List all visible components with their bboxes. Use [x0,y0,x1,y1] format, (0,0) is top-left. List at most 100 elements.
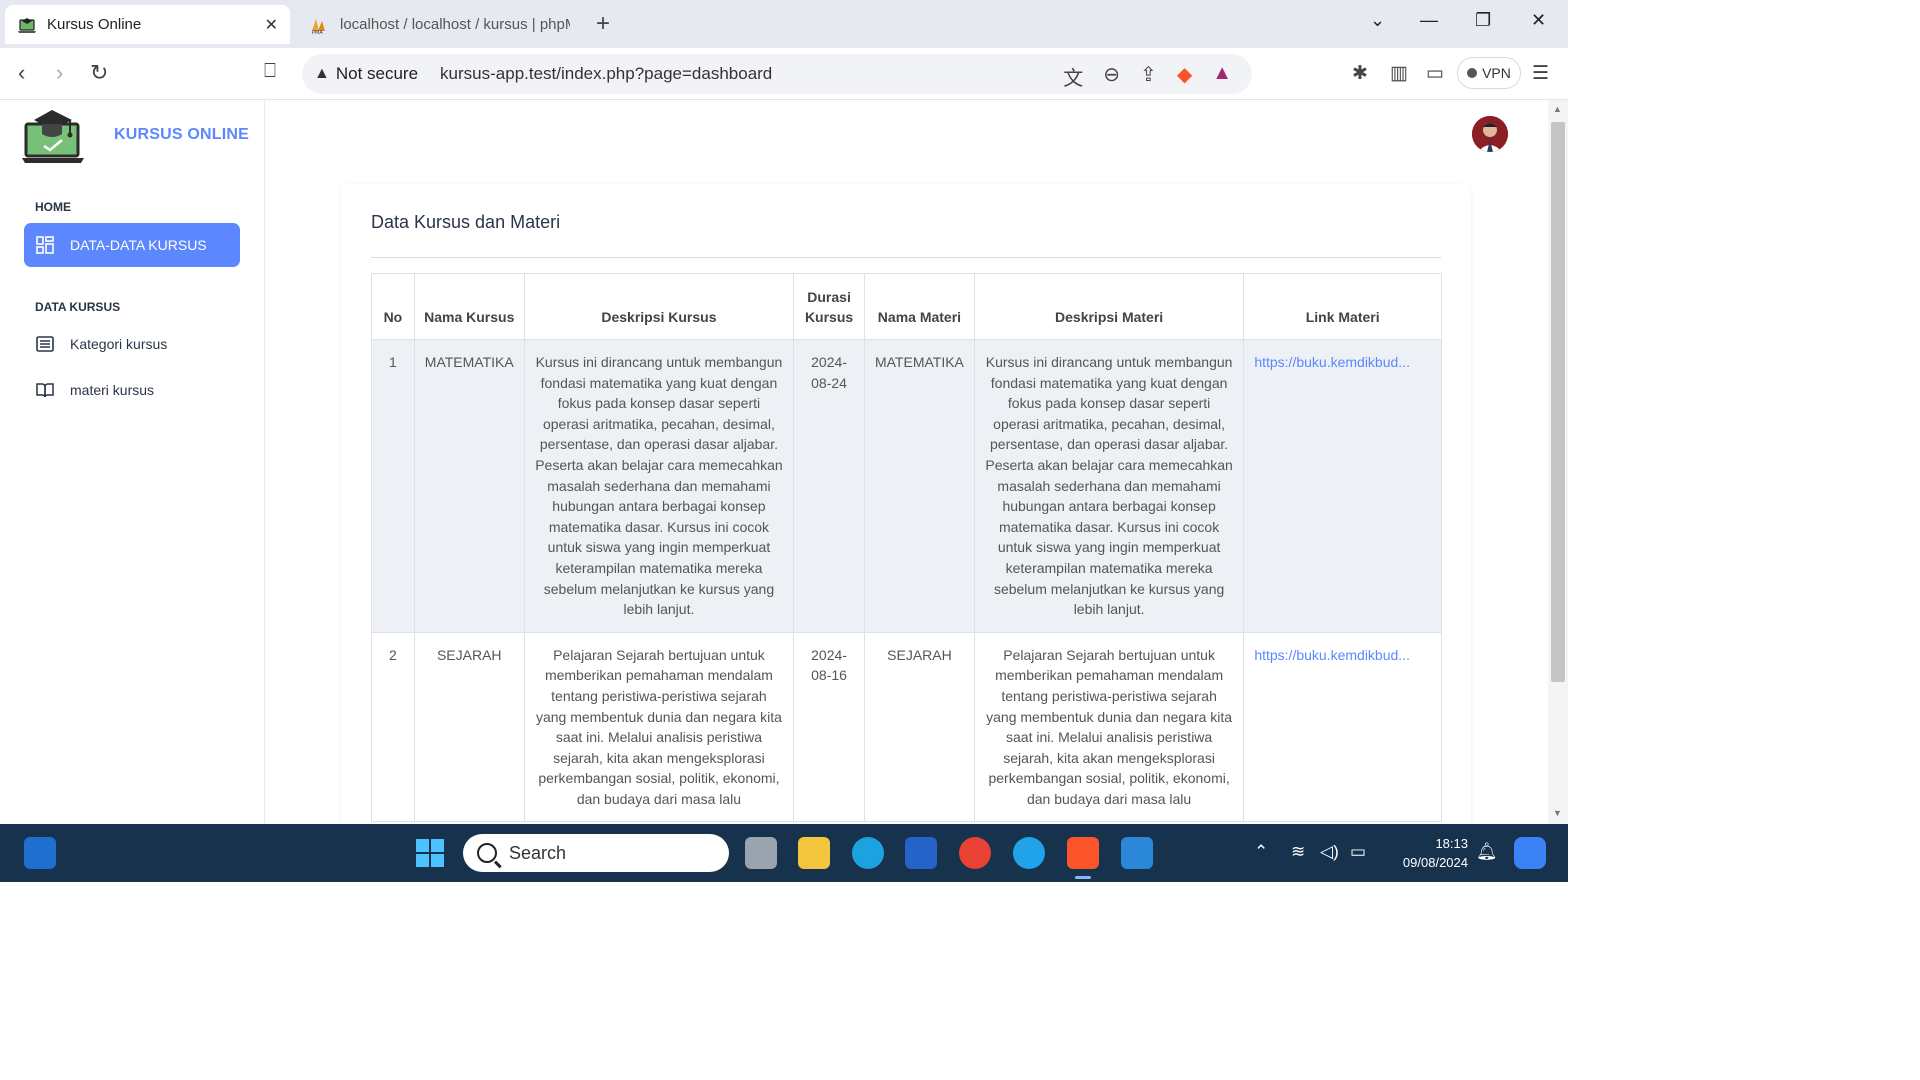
taskbar-search[interactable]: Search [463,834,729,872]
tab-title: localhost / localhost / kursus | phpMyAd… [340,16,570,33]
column-header: Durasi Kursus [793,273,865,340]
translate-icon[interactable]: 文 [1063,62,1083,91]
scroll-down-arrow[interactable]: ▼ [1553,808,1562,818]
taskbar: Search ⌃ ≋ ◁) ▭ 18:13 09/08/2024 🔔︎ [0,824,1568,882]
tab-phpmyadmin[interactable]: PMA localhost / localhost / kursus | php… [300,5,580,44]
browser-tab-bar: Kursus Online ✕ PMA localhost / localhos… [0,0,1568,48]
book-icon [36,383,54,398]
forward-button[interactable]: › [56,60,63,86]
wallet-icon[interactable]: ▭ [1426,62,1444,85]
logo-icon [22,110,84,163]
course-data-card: Data Kursus dan Materi No Nama Kursus De… [341,184,1471,824]
store-icon[interactable] [905,837,937,869]
sidebar: KURSUS ONLINE HOME DATA-DATA KURSUS DATA… [0,100,265,824]
sidebar-item-materi-kursus[interactable]: materi kursus [24,370,240,410]
address-bar[interactable]: ▲ Not secure kursus-app.test/index.php?p… [302,54,1252,94]
app-icon[interactable] [1013,837,1045,869]
windows-start-icon[interactable] [414,837,446,869]
edge-icon[interactable] [852,837,884,869]
svg-text:PMA: PMA [312,30,323,35]
share-icon[interactable]: ⇪ [1140,62,1157,91]
notification-bell-icon[interactable]: 🔔︎ [1476,842,1498,862]
bookmark-icon[interactable]: ⎕ [264,60,276,83]
cell-deskripsi-materi: Kursus ini dirancang untuk membangun fon… [973,339,1245,633]
sidebar-item-data-kursus[interactable]: DATA-DATA KURSUS [24,223,240,267]
close-window-button[interactable]: ✕ [1531,10,1546,31]
system-clock[interactable]: 18:13 09/08/2024 [1388,834,1468,872]
tray-overflow-icon[interactable]: ⌃ [1254,842,1268,862]
scroll-up-arrow[interactable]: ▲ [1553,104,1562,114]
vscode-icon[interactable] [1121,837,1153,869]
dashboard-grid-icon [36,236,54,254]
column-header: Deskripsi Materi [973,273,1245,340]
laptop-graduation-icon [18,17,36,33]
column-header: Nama Kursus [413,273,525,340]
table-row: 2 SEJARAH Pelajaran Sejarah bertujuan un… [371,631,1442,823]
sidebar-toggle-icon[interactable]: ▥ [1390,62,1408,85]
cell-link-materi[interactable]: https://buku.kemdikbud... [1243,339,1442,633]
file-explorer-icon[interactable] [798,837,830,869]
browser-toolbar: ‹ › ↻ ⎕ ▲ Not secure kursus-app.test/ind… [0,48,1568,100]
table-header-row: No Nama Kursus Deskripsi Kursus Durasi K… [371,273,1442,340]
new-tab-button[interactable]: + [596,10,610,38]
copilot-icon[interactable] [1514,837,1546,869]
cell-nama-materi: SEJARAH [863,631,975,823]
sidebar-item-label: Kategori kursus [70,336,168,352]
column-header: No [371,273,415,340]
restore-button[interactable]: ❐ [1475,10,1491,31]
page-title: Data Kursus dan Materi [371,212,561,232]
scrollbar-thumb[interactable] [1551,122,1565,682]
column-header: Deskripsi Kursus [523,273,795,340]
wifi-icon[interactable]: ≋ [1291,842,1305,862]
back-button[interactable]: ‹ [18,60,25,86]
sidebar-item-label: DATA-DATA KURSUS [70,237,207,253]
cell-durasi: 2024-08-16 [793,631,865,823]
tab-search-chevron-icon[interactable]: ⌄ [1370,10,1385,31]
brand-title[interactable]: KURSUS ONLINE [114,126,249,144]
course-table: No Nama Kursus Deskripsi Kursus Durasi K… [371,273,1442,823]
page-scrollbar[interactable]: ▲ ▼ [1548,100,1568,824]
brave-shields-icon[interactable]: ◆ [1177,62,1192,91]
avatar-image [1472,116,1508,152]
brave-icon[interactable] [1067,837,1099,869]
column-header: Nama Materi [863,273,975,340]
table-row: 1 MATEMATIKA Kursus ini dirancang untuk … [371,339,1442,633]
cell-no: 1 [371,339,415,633]
phpmyadmin-icon: PMA [312,18,325,35]
chrome-icon[interactable] [959,837,991,869]
url-text[interactable]: kursus-app.test/index.php?page=dashboard [440,64,772,84]
cell-nama-materi: MATEMATIKA [863,339,975,633]
battery-icon[interactable]: ▭ [1350,842,1366,862]
column-header: Link Materi [1243,273,1442,340]
clock-time: 18:13 [1435,836,1468,851]
sidebar-section-data-kursus: DATA KURSUS [35,300,121,314]
widgets-icon[interactable] [24,837,56,869]
tab-title: Kursus Online [47,16,142,33]
cell-nama-kursus: SEJARAH [413,631,525,823]
web-page: KURSUS ONLINE HOME DATA-DATA KURSUS DATA… [0,100,1548,824]
minimize-button[interactable]: — [1420,10,1438,31]
task-view-icon[interactable] [745,837,777,869]
volume-icon[interactable]: ◁) [1320,842,1339,862]
close-tab-icon[interactable]: ✕ [265,15,278,35]
menu-icon[interactable]: ☰ [1532,62,1549,85]
security-status[interactable]: Not secure [336,64,418,84]
vpn-button[interactable]: VPN [1457,57,1521,89]
extensions-icon[interactable]: ✱ [1352,62,1368,85]
search-placeholder: Search [509,842,567,863]
cell-durasi: 2024-08-24 [793,339,865,633]
vpn-label: VPN [1482,65,1511,81]
cell-link-materi[interactable]: https://buku.kemdikbud... [1243,631,1442,823]
reload-button[interactable]: ↻ [90,60,108,86]
zoom-out-icon[interactable]: ⊖ [1103,62,1120,91]
cell-deskripsi-kursus: Pelajaran Sejarah bertujuan untuk member… [523,631,795,823]
cell-deskripsi-kursus: Kursus ini dirancang untuk membangun fon… [523,339,795,633]
tab-kursus-online[interactable]: Kursus Online ✕ [5,5,290,44]
cell-nama-kursus: MATEMATIKA [413,339,525,633]
user-avatar[interactable] [1472,116,1508,152]
clock-date: 09/08/2024 [1402,855,1468,870]
brave-rewards-icon[interactable]: ▲ [1212,62,1232,91]
sidebar-item-kategori-kursus[interactable]: Kategori kursus [24,324,240,364]
active-app-indicator [1075,876,1091,879]
cell-no: 2 [371,631,415,823]
